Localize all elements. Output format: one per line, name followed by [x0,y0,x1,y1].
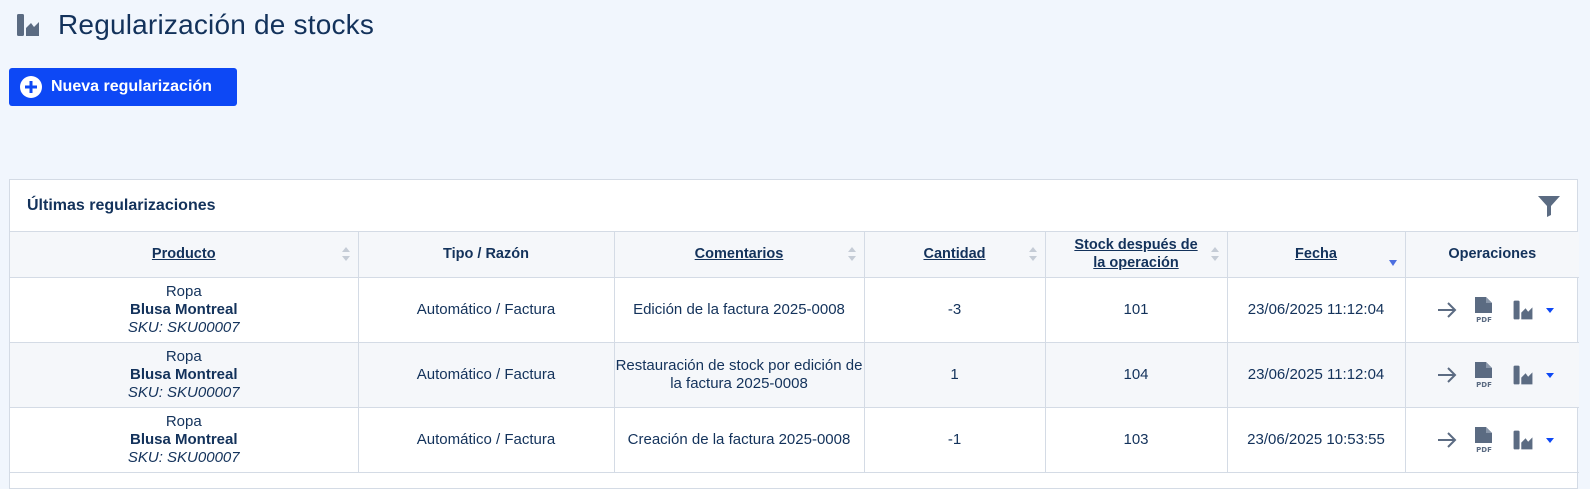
view-arrow-icon[interactable] [1432,425,1462,455]
product-name: Blusa Montreal [129,300,238,318]
card-title: Últimas regularizaciones [27,196,216,214]
type-cell: Automático / Factura [358,407,615,473]
column-header-quantity[interactable]: Cantidad [864,232,1046,278]
card-header: Últimas regularizaciones [10,180,1577,232]
product-category: Ropa [165,282,202,300]
stock-after-cell: 104 [1045,342,1228,408]
sort-desc-icon [1388,260,1397,266]
sort-icon [847,247,856,262]
column-header-stock-after[interactable]: Stock después de la operación [1045,232,1228,278]
table-row: Ropa Blusa Montreal SKU: SKU00007 Automá… [10,277,1579,343]
product-name: Blusa Montreal [129,365,238,383]
regularizations-table: Producto Tipo / Razón Comentarios Cantid… [10,232,1579,473]
product-sku: SKU: SKU00007 [127,383,240,401]
stock-after-cell: 101 [1045,277,1228,343]
svg-text:PDF: PDF [1476,381,1492,389]
product-category: Ropa [165,412,202,430]
operations-cell: PDF [1405,407,1579,473]
sort-icon [1210,247,1219,262]
column-header-product[interactable]: Producto [10,232,359,278]
sort-icon [1028,247,1037,262]
table-header-row: Producto Tipo / Razón Comentarios Cantid… [10,232,1579,278]
quantity-cell: -1 [864,407,1046,473]
stock-icon[interactable] [1508,295,1538,325]
product-category: Ropa [165,347,202,365]
svg-text:PDF: PDF [1476,446,1492,454]
type-cell: Automático / Factura [358,277,615,343]
stock-icon [17,14,39,36]
chevron-down-icon[interactable] [1544,369,1556,381]
page-header: Regularización de stocks [12,6,374,44]
product-sku: SKU: SKU00007 [127,318,240,336]
stock-icon[interactable] [1508,425,1538,455]
column-header-type: Tipo / Razón [358,232,615,278]
date-cell: 23/06/2025 11:12:04 [1227,342,1406,408]
table-row: Ropa Blusa Montreal SKU: SKU00007 Automá… [10,407,1579,473]
column-header-comments[interactable]: Comentarios [614,232,865,278]
pdf-icon[interactable]: PDF [1470,425,1500,455]
product-sku: SKU: SKU00007 [127,448,240,466]
comment-cell: Edición de la factura 2025-0008 [614,277,865,343]
pdf-icon[interactable]: PDF [1470,295,1500,325]
date-cell: 23/06/2025 11:12:04 [1227,277,1406,343]
chevron-down-icon[interactable] [1544,304,1556,316]
column-header-operations: Operaciones [1405,232,1579,278]
svg-text:PDF: PDF [1476,316,1492,324]
new-regularization-label: Nueva regularización [51,78,212,95]
stock-icon[interactable] [1508,360,1538,390]
type-cell: Automático / Factura [358,342,615,408]
comment-cell: Creación de la factura 2025-0008 [614,407,865,473]
table-row: Ropa Blusa Montreal SKU: SKU00007 Automá… [10,342,1579,408]
column-header-date[interactable]: Fecha [1227,232,1406,278]
new-regularization-button[interactable]: Nueva regularización [9,68,237,106]
filter-icon[interactable] [1537,194,1561,218]
plus-circle-icon [20,76,42,98]
stock-after-cell: 103 [1045,407,1228,473]
quantity-cell: -3 [864,277,1046,343]
comment-cell: Restauración de stock por edición de la … [614,342,865,408]
product-name: Blusa Montreal [129,430,238,448]
pdf-icon[interactable]: PDF [1470,360,1500,390]
operations-cell: PDF [1405,342,1579,408]
view-arrow-icon[interactable] [1432,360,1462,390]
regularizations-card: Últimas regularizaciones Producto Tipo /… [9,179,1579,489]
date-cell: 23/06/2025 10:53:55 [1227,407,1406,473]
product-cell: Ropa Blusa Montreal SKU: SKU00007 [10,407,359,473]
view-arrow-icon[interactable] [1432,295,1462,325]
product-cell: Ropa Blusa Montreal SKU: SKU00007 [10,277,359,343]
sort-icon [341,247,350,262]
page-title: Regularización de stocks [58,9,375,40]
product-cell: Ropa Blusa Montreal SKU: SKU00007 [10,342,359,408]
chevron-down-icon[interactable] [1544,434,1556,446]
operations-cell: PDF [1405,277,1579,343]
quantity-cell: 1 [864,342,1046,408]
